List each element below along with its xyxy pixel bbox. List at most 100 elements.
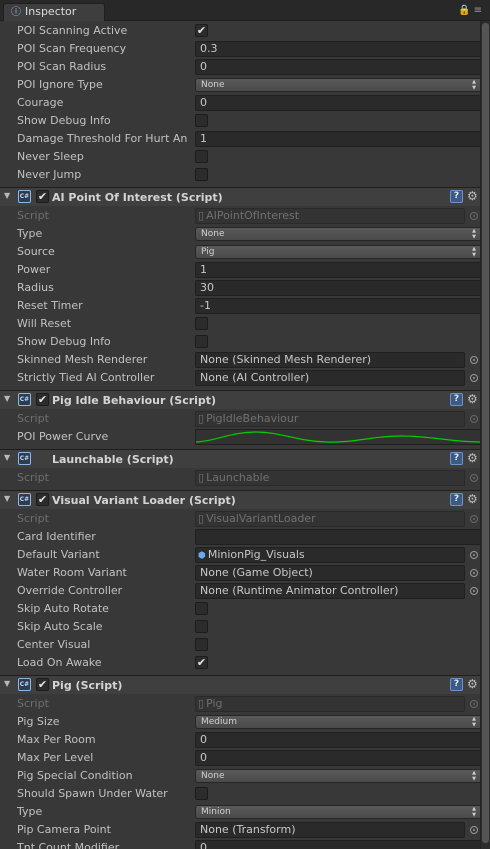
- component-header[interactable]: ▼ C# ✔ AI Point Of Interest (Script)? ⚙: [0, 187, 480, 206]
- help-icon[interactable]: ?: [450, 393, 463, 406]
- property-checkbox[interactable]: [195, 638, 208, 651]
- property-checkbox[interactable]: [195, 317, 208, 330]
- object-reference-field[interactable]: None (Game Object): [195, 565, 465, 581]
- object-picker-icon[interactable]: [470, 551, 478, 559]
- property-label: Skinned Mesh Renderer: [17, 353, 148, 366]
- foldout-arrow-icon[interactable]: ▼: [4, 494, 10, 503]
- property-value-field[interactable]: 0: [195, 732, 480, 748]
- script-reference-field: ▯ Launchable: [195, 470, 465, 486]
- property-value-field[interactable]: 0: [195, 840, 480, 849]
- lock-icon[interactable]: 🔒: [458, 5, 473, 16]
- component-enabled-checkbox[interactable]: ✔: [36, 190, 49, 203]
- component-enabled-checkbox[interactable]: ✔: [36, 393, 49, 406]
- property-dropdown[interactable]: Pig ▲▼: [195, 245, 480, 259]
- object-picker-icon[interactable]: [470, 826, 478, 834]
- script-reference-field: ▯ Pig: [195, 696, 465, 712]
- property-label: Type: [17, 227, 43, 240]
- component-header[interactable]: ▼ C# Launchable (Script)? ⚙: [0, 449, 480, 468]
- property-checkbox[interactable]: [195, 114, 208, 127]
- property-value-field[interactable]: 0: [195, 750, 480, 766]
- script-reference-field: ▯ PigIdleBehaviour: [195, 411, 465, 427]
- property-checkbox[interactable]: [195, 168, 208, 181]
- property-checkbox[interactable]: [195, 335, 208, 348]
- property-checkbox[interactable]: ✔: [195, 656, 208, 669]
- gear-icon[interactable]: ⚙: [467, 189, 480, 204]
- inspector-content: POI Scanning Active ✔ POI Scan Frequency 0.…: [0, 21, 480, 849]
- component-title: Pig (Script): [52, 679, 123, 692]
- help-icon[interactable]: ?: [450, 678, 463, 691]
- property-label: Source: [17, 245, 55, 258]
- tab-inspector[interactable]: ⓘ Inspector: [3, 3, 105, 21]
- menu-icon[interactable]: ≡: [474, 5, 485, 16]
- property-value-field[interactable]: 30: [195, 280, 480, 296]
- object-reference-field[interactable]: None (Skinned Mesh Renderer): [195, 352, 465, 368]
- script-row: Script ▯ VisualVariantLoader: [0, 510, 480, 528]
- property-checkbox[interactable]: [195, 787, 208, 800]
- property-value-field[interactable]: 0: [195, 59, 480, 75]
- property-checkbox[interactable]: [195, 602, 208, 615]
- object-picker-icon[interactable]: [470, 374, 478, 382]
- property-dropdown[interactable]: None ▲▼: [195, 227, 480, 241]
- component-title: Launchable (Script): [52, 453, 174, 466]
- prefab-icon: ⬢: [198, 551, 206, 561]
- help-icon[interactable]: ?: [450, 452, 463, 465]
- object-reference-field[interactable]: ⬢ MinionPig_Visuals: [195, 547, 465, 563]
- help-icon[interactable]: ?: [450, 493, 463, 506]
- component-enabled-checkbox[interactable]: ✔: [36, 678, 49, 691]
- foldout-arrow-icon[interactable]: ▼: [4, 191, 10, 200]
- object-reference-field[interactable]: None (Transform): [195, 822, 465, 838]
- property-value-field[interactable]: -1: [195, 298, 480, 314]
- gear-icon[interactable]: ⚙: [467, 492, 480, 507]
- object-picker-icon: [470, 700, 478, 708]
- script-label: Script: [17, 697, 49, 710]
- object-reference-field[interactable]: None (Runtime Animator Controller): [195, 583, 465, 599]
- component-header[interactable]: ▼ C# ✔ Pig Idle Behaviour (Script)? ⚙: [0, 390, 480, 409]
- scrollbar[interactable]: [480, 21, 490, 849]
- component-title: Visual Variant Loader (Script): [52, 494, 236, 507]
- scrollbar-thumb[interactable]: [482, 23, 489, 843]
- property-dropdown[interactable]: Minion ▲▼: [195, 805, 480, 819]
- object-picker-icon[interactable]: [470, 356, 478, 364]
- property-dropdown[interactable]: Medium ▲▼: [195, 715, 480, 729]
- foldout-arrow-icon[interactable]: ▼: [4, 679, 10, 688]
- property-label: Never Jump: [17, 168, 82, 181]
- curve-field[interactable]: [195, 429, 480, 445]
- object-reference-value: None (Game Object): [200, 566, 313, 579]
- dropdown-value: None: [201, 229, 225, 239]
- property-label: Show Debug Info: [17, 114, 111, 127]
- component-enabled-checkbox[interactable]: ✔: [36, 493, 49, 506]
- property-checkbox[interactable]: ✔: [195, 24, 208, 37]
- gear-icon[interactable]: ⚙: [467, 677, 480, 692]
- dropdown-value: None: [201, 80, 225, 90]
- property-label: Water Room Variant: [17, 566, 127, 579]
- component-header[interactable]: ▼ C# ✔ Visual Variant Loader (Script)? ⚙: [0, 490, 480, 509]
- object-picker-icon[interactable]: [470, 569, 478, 577]
- property-value-field[interactable]: 1: [195, 262, 480, 278]
- property-checkbox[interactable]: [195, 620, 208, 633]
- gear-icon[interactable]: ⚙: [467, 392, 480, 407]
- tab-controls: 🔒≡: [458, 5, 485, 16]
- property-value-field[interactable]: 0: [195, 95, 480, 111]
- object-reference-field[interactable]: None (AI Controller): [195, 370, 465, 386]
- property-label: Strictly Tied AI Controller: [17, 371, 155, 384]
- property-dropdown[interactable]: None ▲▼: [195, 78, 480, 92]
- property-label: POI Scan Frequency: [17, 42, 127, 55]
- property-value-field[interactable]: 0.3: [195, 41, 480, 57]
- foldout-arrow-icon[interactable]: ▼: [4, 394, 10, 403]
- property-label: POI Scan Radius: [17, 60, 107, 73]
- property-label: Courage: [17, 96, 64, 109]
- property-checkbox[interactable]: [195, 150, 208, 163]
- property-label: POI Ignore Type: [17, 78, 103, 91]
- help-icon[interactable]: ?: [450, 190, 463, 203]
- foldout-arrow-icon[interactable]: ▼: [4, 453, 10, 462]
- curve-graph: [196, 431, 480, 443]
- script-file-icon: ▯: [198, 471, 205, 484]
- property-value-field[interactable]: [195, 529, 480, 545]
- dropdown-value: Minion: [201, 807, 231, 817]
- property-dropdown[interactable]: None ▲▼: [195, 769, 480, 783]
- object-picker-icon[interactable]: [470, 587, 478, 595]
- gear-icon[interactable]: ⚙: [467, 451, 480, 466]
- property-label: Override Controller: [17, 584, 123, 597]
- component-header[interactable]: ▼ C# ✔ Pig (Script)? ⚙: [0, 675, 480, 694]
- property-value-field[interactable]: 1: [195, 131, 480, 147]
